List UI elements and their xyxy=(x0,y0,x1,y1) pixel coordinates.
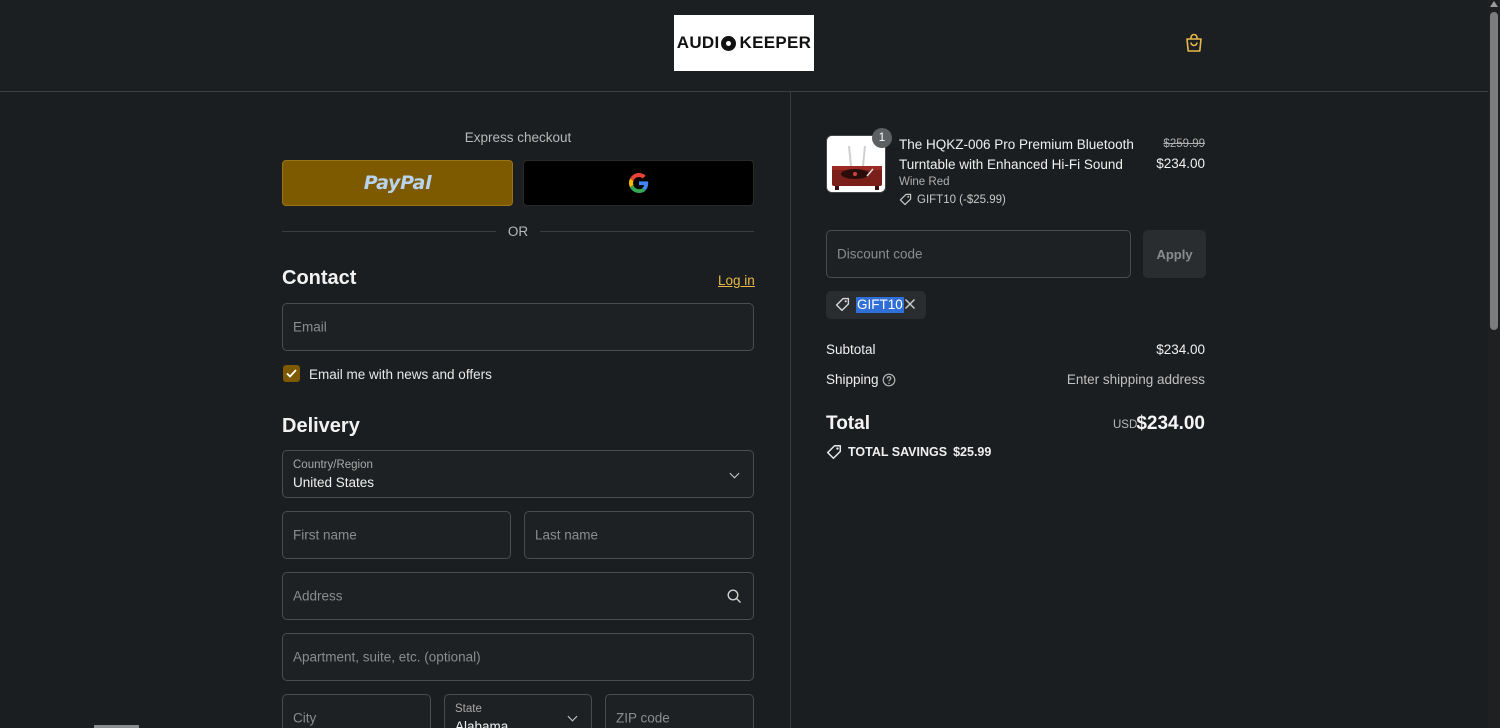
subtotal-value: $234.00 xyxy=(1156,342,1205,357)
scrollbar-thumb[interactable] xyxy=(1490,12,1498,330)
or-separator: OR xyxy=(282,222,754,242)
discount-placeholder: Discount code xyxy=(837,246,923,262)
product-discount: GIFT10 (-$25.99) xyxy=(899,193,1006,206)
state-value: Alabama xyxy=(455,719,509,728)
chevron-down-icon xyxy=(729,468,740,479)
shopping-bag-icon xyxy=(1186,33,1202,52)
total-currency: USD xyxy=(1113,419,1138,431)
apartment-field[interactable]: Apartment, suite, etc. (optional) xyxy=(282,633,754,681)
apply-button[interactable]: Apply xyxy=(1143,230,1206,278)
tag-icon xyxy=(826,444,842,460)
site-header: AUDI KEEPER xyxy=(0,0,1488,92)
checkmark-icon xyxy=(286,369,297,378)
product-variant: Wine Red xyxy=(899,176,950,188)
contact-title: Contact xyxy=(282,267,357,289)
state-label: State xyxy=(455,703,482,715)
address-placeholder: Address xyxy=(293,588,343,604)
vinyl-disc-icon xyxy=(720,35,736,51)
country-label: Country/Region xyxy=(293,459,373,471)
store-logo[interactable]: AUDI KEEPER xyxy=(674,15,814,71)
discount-code-field[interactable]: Discount code xyxy=(826,230,1131,278)
first-name-field[interactable]: First name xyxy=(282,511,511,559)
newsletter-checkbox[interactable] xyxy=(283,365,300,382)
zip-field[interactable]: ZIP code xyxy=(605,694,754,728)
logo-text-right: KEEPER xyxy=(739,33,812,52)
savings-value: $25.99 xyxy=(953,445,992,459)
shipping-label: Shipping xyxy=(826,372,879,387)
newsletter-label: Email me with news and offers xyxy=(309,367,492,382)
tag-icon xyxy=(835,297,850,312)
tag-icon xyxy=(899,193,912,206)
product-name: The HQKZ-006 Pro Premium Bluetooth Turnt… xyxy=(899,137,1134,172)
last-name-field[interactable]: Last name xyxy=(524,511,754,559)
email-field[interactable]: Email xyxy=(282,303,754,351)
zip-placeholder: ZIP code xyxy=(616,710,670,726)
login-link[interactable]: Log in xyxy=(718,273,755,288)
savings-label: TOTAL SAVINGS xyxy=(848,445,948,459)
column-divider xyxy=(790,92,791,728)
scroll-up-arrow-icon[interactable] xyxy=(1490,1,1498,7)
express-checkout-label: Express checkout xyxy=(464,130,572,145)
price-final: $234.00 xyxy=(1156,156,1205,171)
chevron-down-icon xyxy=(567,711,578,722)
logo-text-left: AUDI xyxy=(676,33,720,52)
subtotal-label: Subtotal xyxy=(826,342,876,357)
apartment-placeholder: Apartment, suite, etc. (optional) xyxy=(293,649,481,665)
state-select[interactable]: State Alabama xyxy=(444,694,592,728)
google-pay-button[interactable] xyxy=(523,160,754,206)
order-summary-panel xyxy=(791,92,1488,728)
total-value: $234.00 xyxy=(1136,413,1205,434)
email-placeholder: Email xyxy=(293,319,327,335)
total-label: Total xyxy=(826,413,870,434)
paypal-logo: PayPal xyxy=(363,172,432,194)
search-icon xyxy=(727,589,741,603)
total-savings: TOTAL SAVINGS $25.99 xyxy=(826,444,991,460)
first-name-placeholder: First name xyxy=(293,527,357,543)
google-icon xyxy=(628,173,648,193)
address-field[interactable]: Address xyxy=(282,572,754,620)
last-name-placeholder: Last name xyxy=(535,527,599,543)
country-value: United States xyxy=(293,475,375,490)
city-placeholder: City xyxy=(293,710,317,726)
cart-button[interactable] xyxy=(1182,31,1206,55)
logo-wordmark: AUDI KEEPER xyxy=(677,33,811,53)
price-original: $259.99 xyxy=(1163,138,1205,150)
country-select[interactable]: Country/Region United States xyxy=(282,450,754,498)
paypal-button[interactable]: PayPal xyxy=(282,160,513,206)
product-discount-text: GIFT10 (-$25.99) xyxy=(917,193,1006,206)
or-line-right xyxy=(540,231,754,232)
quantity-badge: 1 xyxy=(872,128,892,148)
shipping-value: Enter shipping address xyxy=(1066,372,1205,387)
help-icon[interactable] xyxy=(882,373,896,387)
remove-discount-icon[interactable] xyxy=(903,297,917,311)
applied-code: GIFT10 xyxy=(856,297,904,313)
city-field[interactable]: City xyxy=(282,694,431,728)
delivery-title: Delivery xyxy=(282,415,360,437)
